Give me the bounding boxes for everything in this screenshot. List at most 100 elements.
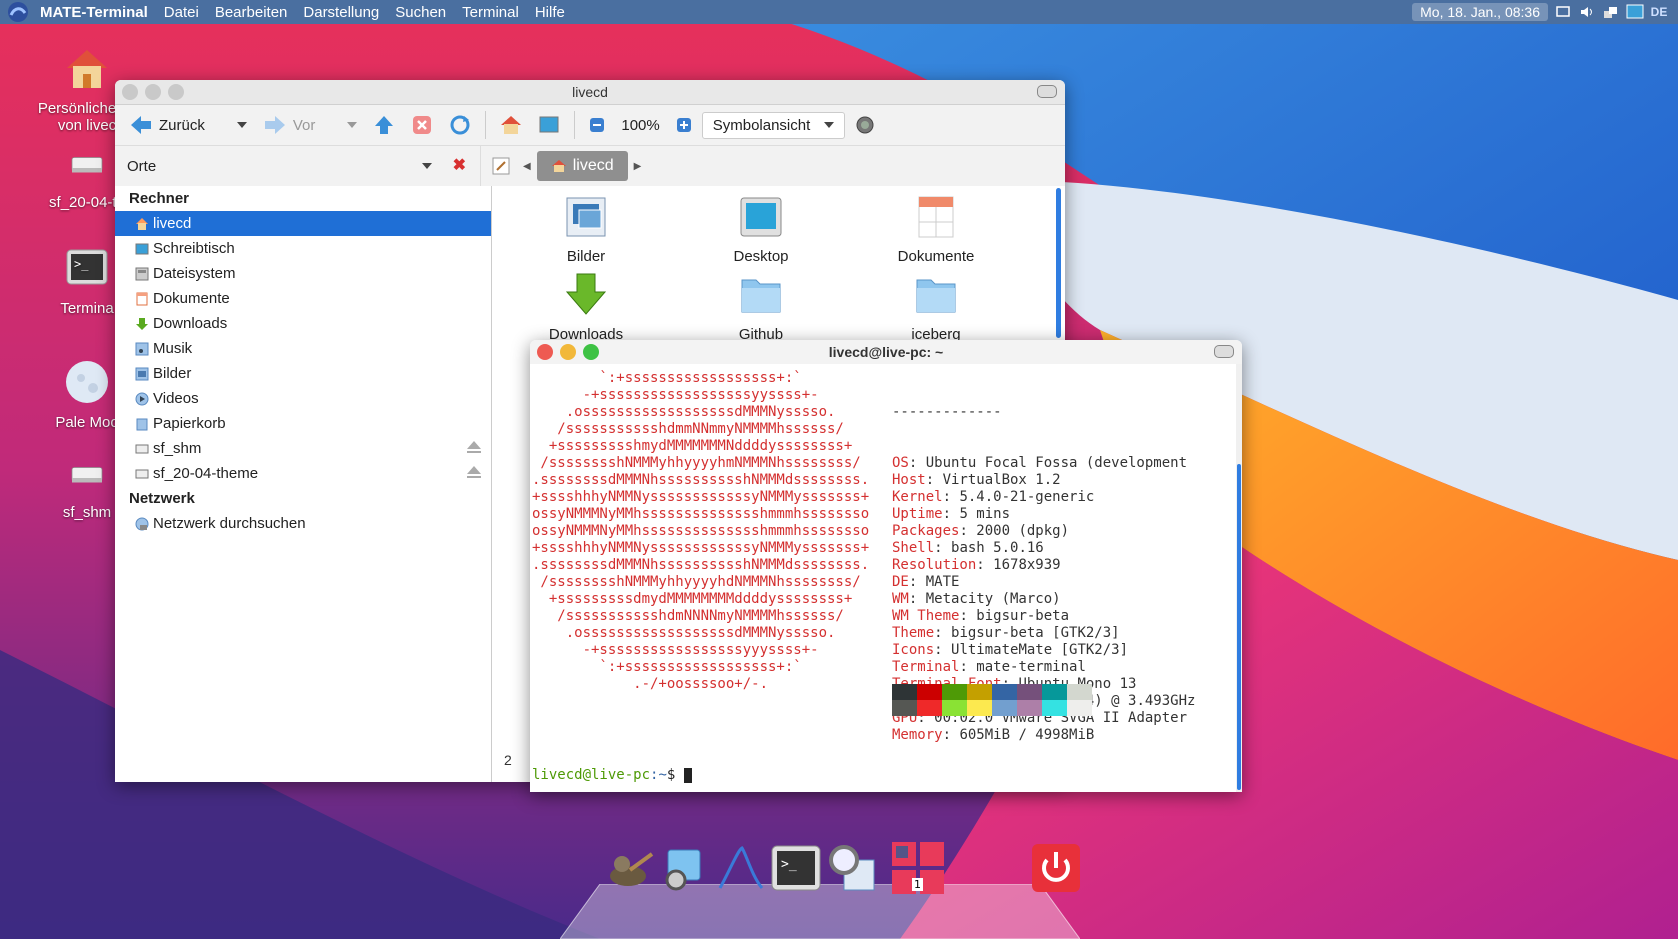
- file-item-desktop[interactable]: Desktop: [691, 194, 831, 265]
- terminal-output[interactable]: `:+ssssssssssssssssss+:` -+sssssssssssss…: [530, 364, 1236, 792]
- sidebar-item-schreibtisch[interactable]: Schreibtisch: [115, 236, 491, 261]
- home-button[interactable]: [494, 109, 528, 141]
- documents-icon: [136, 292, 148, 305]
- computer-button[interactable]: [532, 109, 566, 141]
- maximize-button[interactable]: [583, 344, 599, 360]
- clock[interactable]: Mo, 18. Jan., 08:36: [1412, 3, 1548, 21]
- sidebar-item-downloads[interactable]: Downloads: [115, 311, 491, 336]
- dock-item-terminal[interactable]: >_: [768, 840, 824, 896]
- file-item-dokumente[interactable]: Dokumente: [866, 194, 1006, 265]
- path-button-livecd[interactable]: livecd: [536, 151, 628, 181]
- menu-bearbeiten[interactable]: Bearbeiten: [207, 4, 296, 21]
- close-sidebar-icon[interactable]: ✖: [453, 155, 466, 175]
- sidebar-item-dateisystem[interactable]: Dateisystem: [115, 261, 491, 286]
- maximize-button[interactable]: [168, 84, 184, 100]
- places-sidebar: Rechner livecd Schreibtisch Dateisystem …: [115, 186, 492, 782]
- terminal-scrollbar[interactable]: [1236, 364, 1242, 792]
- minimize-button[interactable]: [145, 84, 161, 100]
- info-line: WM: Metacity (Marco): [892, 591, 1195, 608]
- forward-button[interactable]: Vor: [257, 109, 364, 141]
- info-key: Memory: [892, 727, 943, 743]
- mate-menu-logo-icon[interactable]: [4, 0, 32, 24]
- network-icon: [135, 517, 149, 530]
- ascii-line: +sssssssssdmydMMMMMMMMddddyssssssss+: [532, 591, 853, 607]
- palette-swatch: [992, 684, 1017, 700]
- menu-suchen[interactable]: Suchen: [387, 4, 454, 21]
- dock-item-shutdown[interactable]: [1028, 840, 1084, 896]
- file-item-downloads[interactable]: Downloads: [516, 272, 656, 343]
- sidebar-item-musik[interactable]: Musik: [115, 336, 491, 361]
- palette-swatch: [892, 684, 917, 700]
- palette-swatch: [967, 684, 992, 700]
- sidebar-item-network-browse[interactable]: Netzwerk durchsuchen: [115, 511, 491, 536]
- back-arrow-icon: [131, 116, 151, 134]
- path-scroll-right-icon[interactable]: ▶: [628, 161, 648, 172]
- file-item-github[interactable]: Github: [691, 272, 831, 343]
- file-item-bilder[interactable]: Bilder: [516, 194, 656, 265]
- file-manager-titlebar[interactable]: livecd: [115, 80, 1065, 105]
- info-line: Host: VirtualBox 1.2: [892, 472, 1195, 489]
- terminal-window: livecd@live-pc: ~ `:+ssssssssssssssssss+…: [530, 340, 1242, 792]
- info-value: 605MiB / 4998MiB: [959, 727, 1095, 743]
- network-status-icon[interactable]: [1602, 4, 1620, 20]
- file-item-iceberg[interactable]: iceberg: [866, 272, 1006, 343]
- sidebar-item-bilder[interactable]: Bilder: [115, 361, 491, 386]
- info-separator: -------------: [892, 404, 1002, 420]
- info-key: Host: [892, 472, 926, 488]
- menu-darstellung[interactable]: Darstellung: [295, 4, 387, 21]
- show-desktop-icon[interactable]: [1626, 4, 1644, 20]
- menu-terminal[interactable]: Terminal: [454, 4, 527, 21]
- sidebar-item-sf-shm[interactable]: sf_shm: [115, 436, 491, 461]
- restore-button[interactable]: [1037, 85, 1057, 98]
- active-app-name[interactable]: MATE-Terminal: [32, 4, 156, 21]
- info-line: OS: Ubuntu Focal Fossa (development: [892, 455, 1195, 472]
- menu-datei[interactable]: Datei: [156, 4, 207, 21]
- scrollbar-thumb[interactable]: [1237, 464, 1241, 790]
- dock-item-arc[interactable]: [712, 840, 768, 896]
- back-history-arrow-icon[interactable]: [236, 122, 247, 128]
- dock-item-settings[interactable]: [656, 840, 712, 896]
- path-scroll-left-icon[interactable]: ◀: [517, 161, 537, 172]
- window-title: livecd: [572, 84, 608, 100]
- zoom-out-button[interactable]: [583, 109, 611, 141]
- ascii-line: .ssssssssdMMMNhsssssssssshNMMMdssssssss.: [532, 557, 870, 573]
- sidebar-places-combo[interactable]: Orte ✖: [115, 146, 481, 186]
- ascii-line: -+ssssssssssssssssssyyssss+-: [532, 387, 819, 403]
- terminal-titlebar[interactable]: livecd@live-pc: ~: [530, 340, 1242, 365]
- info-value: Ubuntu Focal Fossa (development: [925, 455, 1188, 471]
- dock-item-workspace[interactable]: 1: [890, 840, 946, 896]
- dock-item-search[interactable]: [824, 840, 880, 896]
- sidebar-item-dokumente[interactable]: Dokumente: [115, 286, 491, 311]
- up-button[interactable]: [367, 109, 401, 141]
- toggle-location-entry-button[interactable]: [485, 150, 517, 182]
- zoom-in-button[interactable]: [670, 109, 698, 141]
- info-colon: :: [908, 455, 926, 471]
- stop-button[interactable]: [405, 109, 439, 141]
- sidebar-item-papierkorb[interactable]: Papierkorb: [115, 411, 491, 436]
- ascii-line: /sssssssshNMMMyhhyyyyhmNMMMNhssssssss/: [532, 455, 861, 471]
- keyboard-layout-indicator[interactable]: DE: [1650, 4, 1668, 20]
- eject-icon[interactable]: [467, 441, 481, 453]
- sidebar-item-livecd[interactable]: livecd: [115, 211, 491, 236]
- sidebar-heading-network: Netzwerk: [129, 490, 195, 507]
- menu-hilfe[interactable]: Hilfe: [527, 4, 573, 21]
- dock-item-gimp[interactable]: [600, 840, 656, 896]
- volume-icon[interactable]: [1578, 4, 1596, 20]
- forward-history-arrow-icon[interactable]: [347, 122, 358, 128]
- info-colon: :: [942, 506, 960, 522]
- info-line: Terminal: mate-terminal: [892, 659, 1195, 676]
- sidebar-item-sf-20-04-theme[interactable]: sf_20-04-theme: [115, 461, 491, 486]
- restore-button[interactable]: [1214, 345, 1234, 358]
- eject-icon[interactable]: [467, 466, 481, 478]
- view-mode-select[interactable]: Symbolansicht: [701, 111, 846, 139]
- sidebar-item-videos[interactable]: Videos: [115, 386, 491, 411]
- notification-icon[interactable]: [1554, 4, 1572, 20]
- info-line: Shell: bash 5.0.16: [892, 540, 1195, 557]
- close-button[interactable]: [122, 84, 138, 100]
- info-value: MATE: [925, 574, 960, 590]
- icon-view-scrollbar[interactable]: [1056, 188, 1061, 338]
- minimize-button[interactable]: [560, 344, 576, 360]
- back-button[interactable]: Zurück: [123, 109, 253, 141]
- close-button[interactable]: [537, 344, 553, 360]
- reload-button[interactable]: [443, 109, 477, 141]
